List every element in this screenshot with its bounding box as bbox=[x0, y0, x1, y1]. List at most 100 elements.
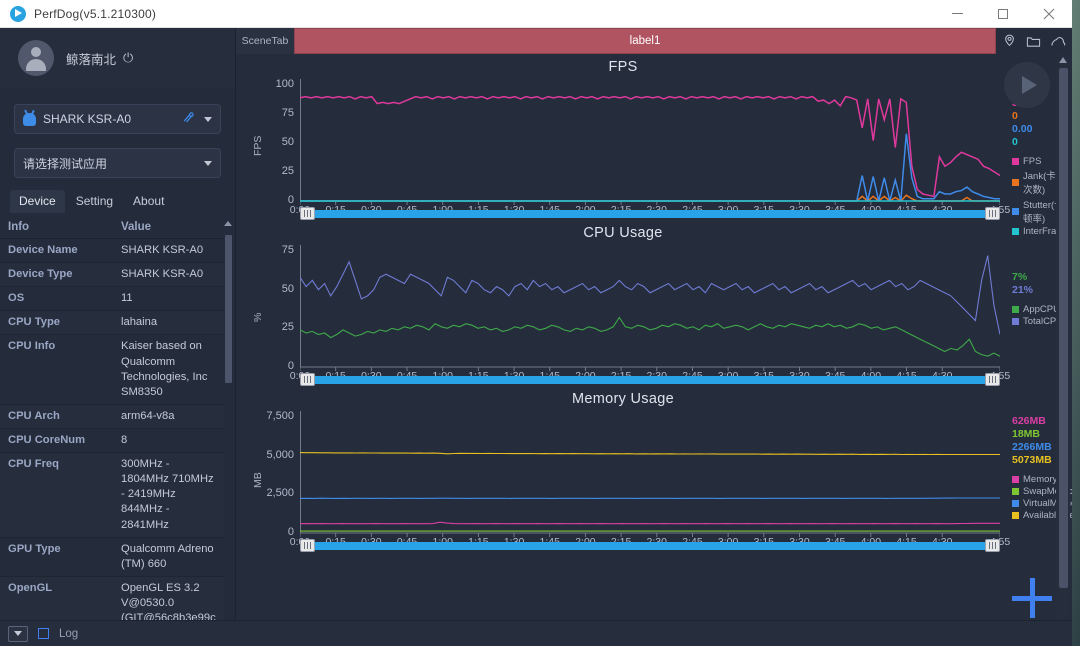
timeline-track[interactable] bbox=[300, 542, 1000, 550]
timeline-grip-right[interactable] bbox=[985, 373, 1000, 386]
info-key: CPU CoreNum bbox=[0, 428, 113, 454]
scroll-up-icon[interactable] bbox=[1059, 57, 1067, 63]
maximize-button[interactable] bbox=[980, 0, 1026, 28]
sidebar-scrollbar[interactable] bbox=[224, 217, 233, 640]
y-tick-label: 50 bbox=[281, 136, 294, 148]
user-profile: 鲸落南北 ⏻ bbox=[0, 28, 235, 88]
info-key: GPU Type bbox=[0, 537, 113, 577]
plot-area[interactable]: MB02,5005,0007,5000:000:150:300:451:001:… bbox=[238, 407, 1072, 548]
y-axis-label: MB bbox=[252, 472, 264, 488]
timeline-scrollbar[interactable] bbox=[300, 539, 1000, 552]
y-tick-label: 0 bbox=[287, 194, 294, 206]
device-select[interactable]: SHARK KSR-A0 bbox=[14, 104, 221, 134]
log-checkbox[interactable] bbox=[38, 628, 49, 639]
y-tick-label: 25 bbox=[281, 165, 294, 177]
legend-swatch bbox=[1012, 476, 1019, 483]
legend-label: FPS bbox=[1023, 156, 1042, 167]
timeline-track[interactable] bbox=[300, 210, 1000, 218]
usb-icon[interactable] bbox=[182, 111, 195, 127]
footer-expand-button[interactable] bbox=[8, 625, 28, 642]
app-body: 鲸落南北 ⏻ SHARK KSR-A0 请选择测试应用 Device Setti… bbox=[0, 28, 1072, 640]
legend-swatch bbox=[1012, 500, 1019, 507]
plot-area[interactable]: %02550750:000:150:300:451:001:151:301:45… bbox=[238, 241, 1063, 382]
info-value: 8 bbox=[113, 428, 226, 454]
table-row[interactable]: GPU Type Qualcomm Adreno (TM) 660 bbox=[0, 537, 226, 577]
sidebar-tabs: Device Setting About bbox=[0, 190, 235, 213]
chevron-down-icon bbox=[204, 116, 212, 122]
table-row[interactable]: OS 11 bbox=[0, 286, 226, 312]
scene-tab[interactable]: SceneTab bbox=[236, 28, 294, 54]
legend-label: Memory bbox=[1023, 474, 1058, 485]
y-tick-label: 0 bbox=[287, 526, 294, 538]
series-line bbox=[300, 316, 1000, 357]
scroll-up-icon[interactable] bbox=[224, 221, 232, 226]
y-tick-label: 75 bbox=[281, 107, 294, 119]
content-scrollbar[interactable] bbox=[1056, 54, 1070, 640]
y-tick-label: 50 bbox=[281, 282, 294, 295]
info-key: Device Type bbox=[0, 262, 113, 288]
scene-label[interactable]: label1 bbox=[294, 28, 996, 54]
timeline-grip-right[interactable] bbox=[985, 539, 1000, 552]
charts-container: FPSFPS02550751000:000:150:300:451:001:15… bbox=[236, 54, 1072, 640]
info-key: CPU Info bbox=[0, 334, 113, 405]
table-row[interactable]: CPU Info Kaiser based on Qualcomm Technol… bbox=[0, 334, 226, 405]
app-logo-icon bbox=[10, 5, 26, 22]
power-icon[interactable]: ⏻ bbox=[123, 50, 133, 66]
plot-svg bbox=[300, 411, 1000, 537]
add-button[interactable] bbox=[1010, 576, 1054, 620]
folder-icon[interactable] bbox=[1026, 34, 1041, 49]
y-tick-label: 25 bbox=[281, 321, 294, 334]
timeline-track[interactable] bbox=[300, 376, 1000, 384]
series-line bbox=[300, 255, 1000, 335]
plot-svg bbox=[300, 245, 1000, 371]
location-pin-icon[interactable] bbox=[1002, 34, 1017, 49]
tab-setting[interactable]: Setting bbox=[67, 190, 122, 213]
legend-label: AppCPU bbox=[1023, 304, 1060, 315]
legend-swatch bbox=[1012, 488, 1019, 495]
table-row[interactable]: Device Name SHARK KSR-A0 bbox=[0, 238, 226, 264]
window-titlebar: PerfDog(v5.1.210300) bbox=[0, 0, 1072, 28]
legend-swatch bbox=[1012, 178, 1019, 186]
scroll-thumb[interactable] bbox=[1059, 68, 1068, 588]
table-row[interactable]: Device Type SHARK KSR-A0 bbox=[0, 262, 226, 288]
app-select[interactable]: 请选择测试应用 bbox=[14, 148, 221, 178]
y-tick-label: 5,000 bbox=[266, 448, 294, 461]
scene-bar: SceneTab label1 bbox=[236, 28, 1072, 54]
legend-swatch bbox=[1012, 207, 1019, 215]
app-select-label: 请选择测试应用 bbox=[23, 156, 108, 171]
timeline-grip-left[interactable] bbox=[300, 539, 315, 552]
timeline-scrollbar[interactable] bbox=[300, 373, 1000, 386]
info-value: SHARK KSR-A0 bbox=[113, 238, 226, 264]
timeline-grip-left[interactable] bbox=[300, 373, 315, 386]
desktop-background: PerfDog(v5.1.210300) 鲸落南北 ⏻ SHARK KSR-A0 bbox=[0, 0, 1080, 646]
chart-cpu-usage: CPU Usage%02550750:000:150:300:451:001:1… bbox=[238, 220, 1063, 386]
log-label: Log bbox=[59, 627, 79, 640]
timeline-scrollbar[interactable] bbox=[300, 207, 1000, 220]
close-button[interactable] bbox=[1026, 0, 1072, 28]
tab-device[interactable]: Device bbox=[10, 190, 65, 213]
column-header-info: Info bbox=[0, 217, 113, 239]
scroll-thumb[interactable] bbox=[225, 235, 232, 383]
timeline-grip-left[interactable] bbox=[300, 207, 315, 220]
info-value: 11 bbox=[113, 286, 226, 312]
plot-svg bbox=[300, 79, 1000, 205]
plot-area[interactable]: FPS02550751000:000:150:300:451:001:151:3… bbox=[238, 75, 1069, 237]
tab-about[interactable]: About bbox=[124, 190, 173, 213]
table-row[interactable]: CPU Freq 300MHz - 1804MHz 710MHz - 2419MH… bbox=[0, 452, 226, 538]
chart-memory-usage: Memory UsageMB02,5005,0007,5000:000:150:… bbox=[238, 386, 1072, 552]
timeline-grip-right[interactable] bbox=[985, 207, 1000, 220]
table-row[interactable]: CPU Type lahaina bbox=[0, 310, 226, 336]
sidebar: 鲸落南北 ⏻ SHARK KSR-A0 请选择测试应用 Device Setti… bbox=[0, 28, 236, 640]
info-value: Qualcomm Adreno (TM) 660 bbox=[113, 537, 226, 577]
info-value: Kaiser based on Qualcomm Technologies, I… bbox=[113, 334, 226, 405]
table-row[interactable]: CPU CoreNum 8 bbox=[0, 428, 226, 454]
table-row[interactable]: CPU Arch arm64-v8a bbox=[0, 404, 226, 429]
chevron-down-icon bbox=[204, 160, 212, 166]
avatar bbox=[18, 40, 54, 76]
play-button[interactable] bbox=[1004, 62, 1050, 108]
minimize-button[interactable] bbox=[934, 0, 980, 28]
legend-swatch bbox=[1012, 306, 1019, 313]
legend-swatch bbox=[1012, 318, 1019, 325]
cloud-icon[interactable] bbox=[1050, 34, 1067, 49]
device-info-table-wrap: Info Value Device Name SHARK KSR-A0 Device… bbox=[0, 217, 235, 640]
